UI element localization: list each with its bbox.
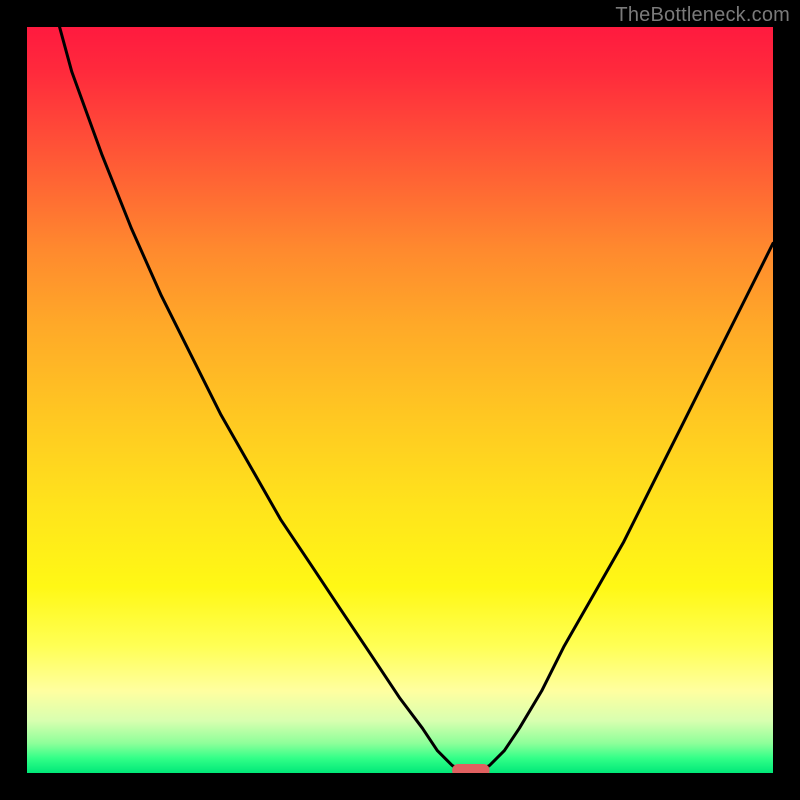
watermark-text: TheBottleneck.com (615, 4, 790, 27)
plot-area (27, 27, 773, 773)
chart-frame: TheBottleneck.com (0, 0, 800, 800)
curve-layer (27, 27, 773, 773)
optimum-marker (452, 764, 489, 773)
bottleneck-curve (27, 27, 773, 773)
curve-path (27, 27, 773, 773)
